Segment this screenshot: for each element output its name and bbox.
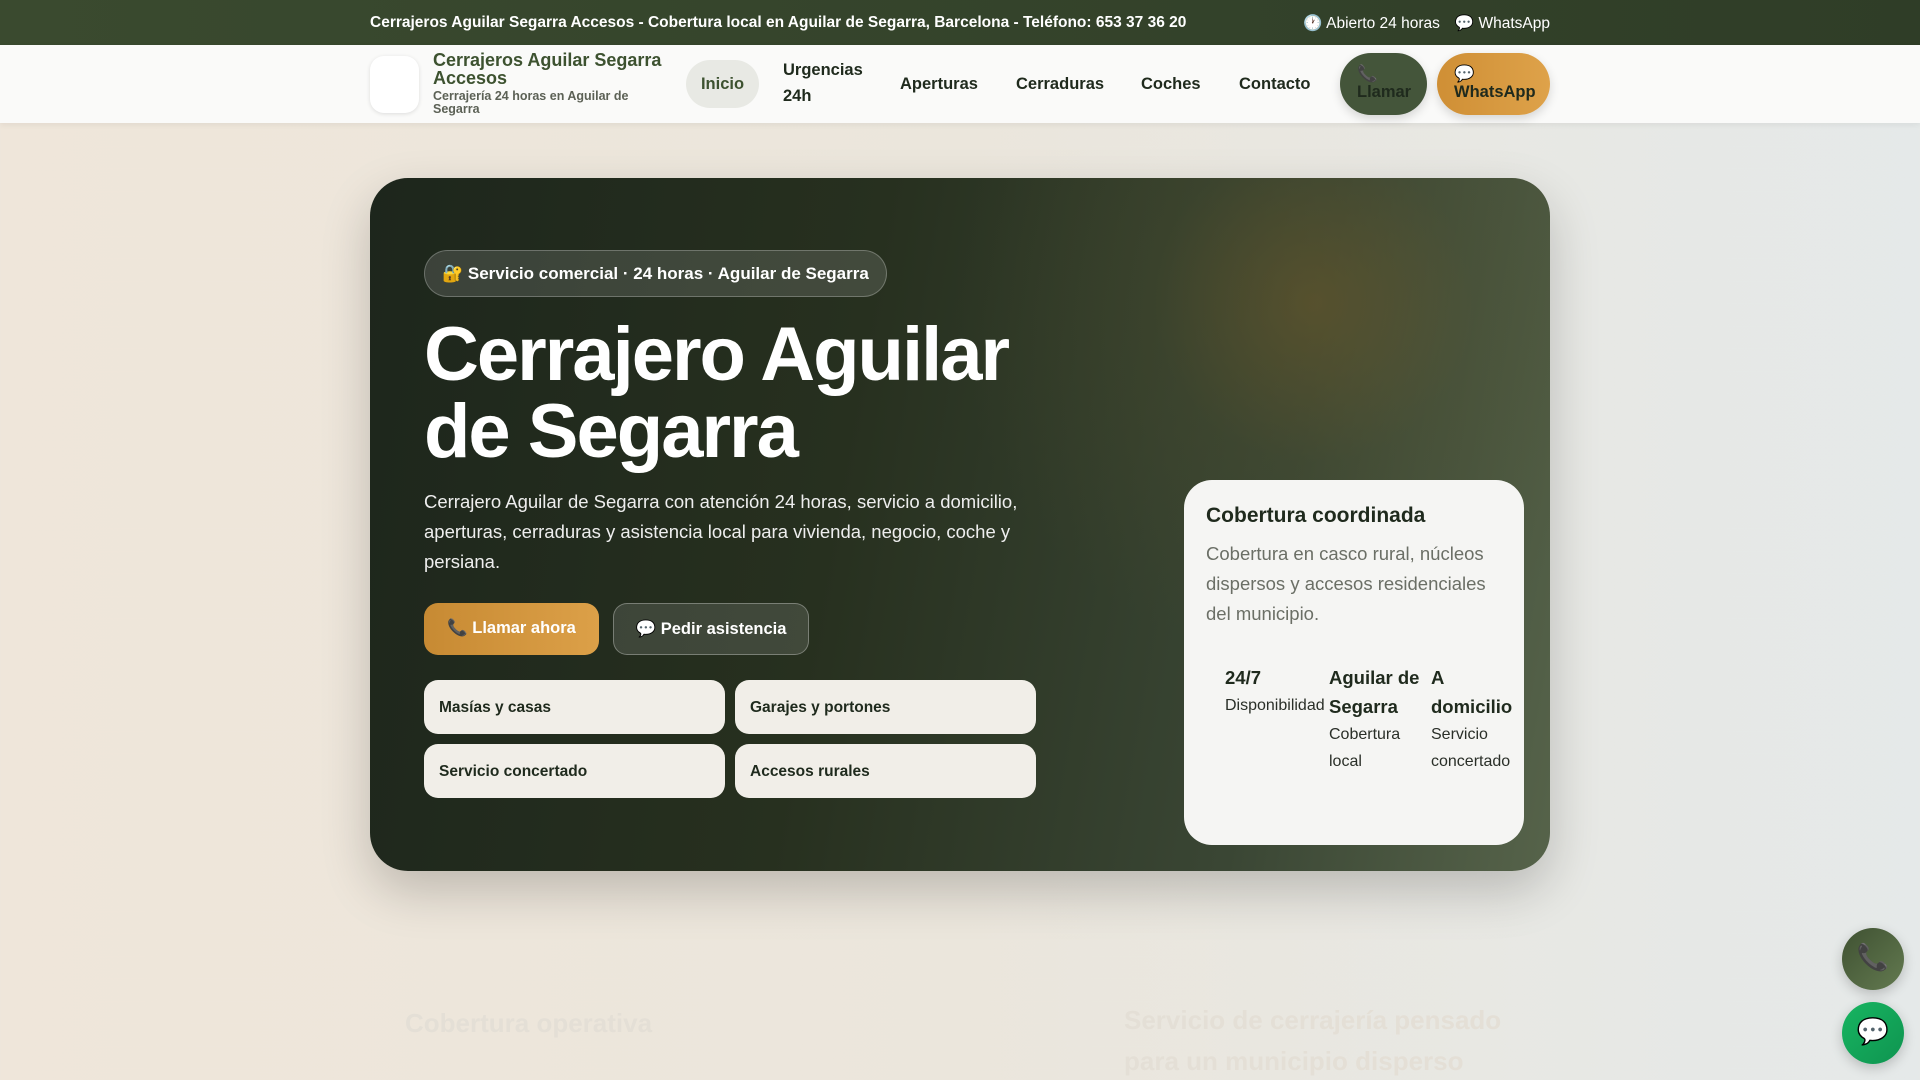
nav-inicio[interactable]: Inicio [686,60,759,108]
coverage-card: Cobertura coordinada Cobertura en casco … [1184,480,1524,845]
request-help-button[interactable]: 💬 Pedir asistencia [613,603,809,655]
brand[interactable]: Cerrajeros Aguilar Segarra Accesos Cerra… [433,51,663,116]
hero-title: Cerrajero Aguilar de Segarra [424,312,1010,474]
call-now-button[interactable]: 📞 Llamar ahora [424,603,599,655]
brand-title: Cerrajeros Aguilar Segarra Accesos [433,50,662,88]
nav-contacto[interactable]: Contacto [1239,71,1311,97]
phone-icon: 📞 [1856,942,1890,972]
phone-icon: 📞 [1357,65,1378,83]
main-nav: Cerrajeros Aguilar Segarra Accesos Cerra… [0,45,1920,123]
chip-accesos: Accesos rurales [735,744,1036,798]
stat-label: Cobertura local [1329,726,1401,770]
chip-masias: Masías y casas [424,680,725,734]
chat-icon: 💬 [1856,1016,1890,1046]
call-label: Llamar [1357,83,1412,101]
nav-coches[interactable]: Coches [1141,71,1201,97]
hours-status: 🕐 Abierto 24 horas [1303,15,1440,32]
stat-availability: 24/7 Disponibilidad [1225,663,1325,719]
top-bar-message: Cerrajeros Aguilar Segarra Accesos - Cob… [370,14,1187,31]
call-button[interactable]: 📞 Llamar [1340,53,1427,115]
stat-label: Disponibilidad [1225,697,1325,714]
top-bar: Cerrajeros Aguilar Segarra Accesos - Cob… [0,0,1920,45]
logo[interactable] [370,56,419,113]
nav-cerraduras[interactable]: Cerraduras [1016,71,1104,97]
hero-badge: 🔐 Servicio comercial · 24 horas · Aguila… [424,250,887,297]
floating-call-button[interactable]: 📞 [1842,928,1904,990]
section-heading-service: Servicio de cerrajería pensado para un m… [1124,1005,1502,1076]
top-whatsapp-link[interactable]: 💬 WhatsApp [1455,14,1550,33]
stat-value: 24/7 [1225,667,1262,688]
chip-garajes: Garajes y portones [735,680,1036,734]
stat-home-service: A domicilio Servicio concertado [1431,663,1523,775]
coverage-text: Cobertura en casco rural, núcleos disper… [1206,543,1486,624]
nav-aperturas[interactable]: Aperturas [900,71,978,97]
stat-value: Aguilar de Segarra [1329,667,1420,717]
coverage-title: Cobertura coordinada [1206,504,1426,527]
stat-label: Servicio concertado [1431,726,1511,770]
stat-value: A domicilio [1431,667,1513,717]
whatsapp-button[interactable]: 💬 WhatsApp [1437,53,1550,115]
brand-subtitle: Cerrajería 24 horas en Aguilar de Segarr… [433,89,629,116]
floating-whatsapp-button[interactable]: 💬 [1842,1002,1904,1064]
chat-icon: 💬 [1454,65,1475,83]
hero: 🔐 Servicio comercial · 24 horas · Aguila… [370,178,1550,871]
hero-lead: Cerrajero Aguilar de Segarra con atenció… [424,491,1018,572]
chip-servicio: Servicio concertado [424,744,725,798]
stat-coverage: Aguilar de Segarra Cobertura local [1329,663,1421,775]
section-heading-coverage: Cobertura operativa [405,1008,653,1038]
nav-urgencias[interactable]: Urgencias 24h [783,57,873,109]
whatsapp-label: WhatsApp [1454,83,1536,101]
